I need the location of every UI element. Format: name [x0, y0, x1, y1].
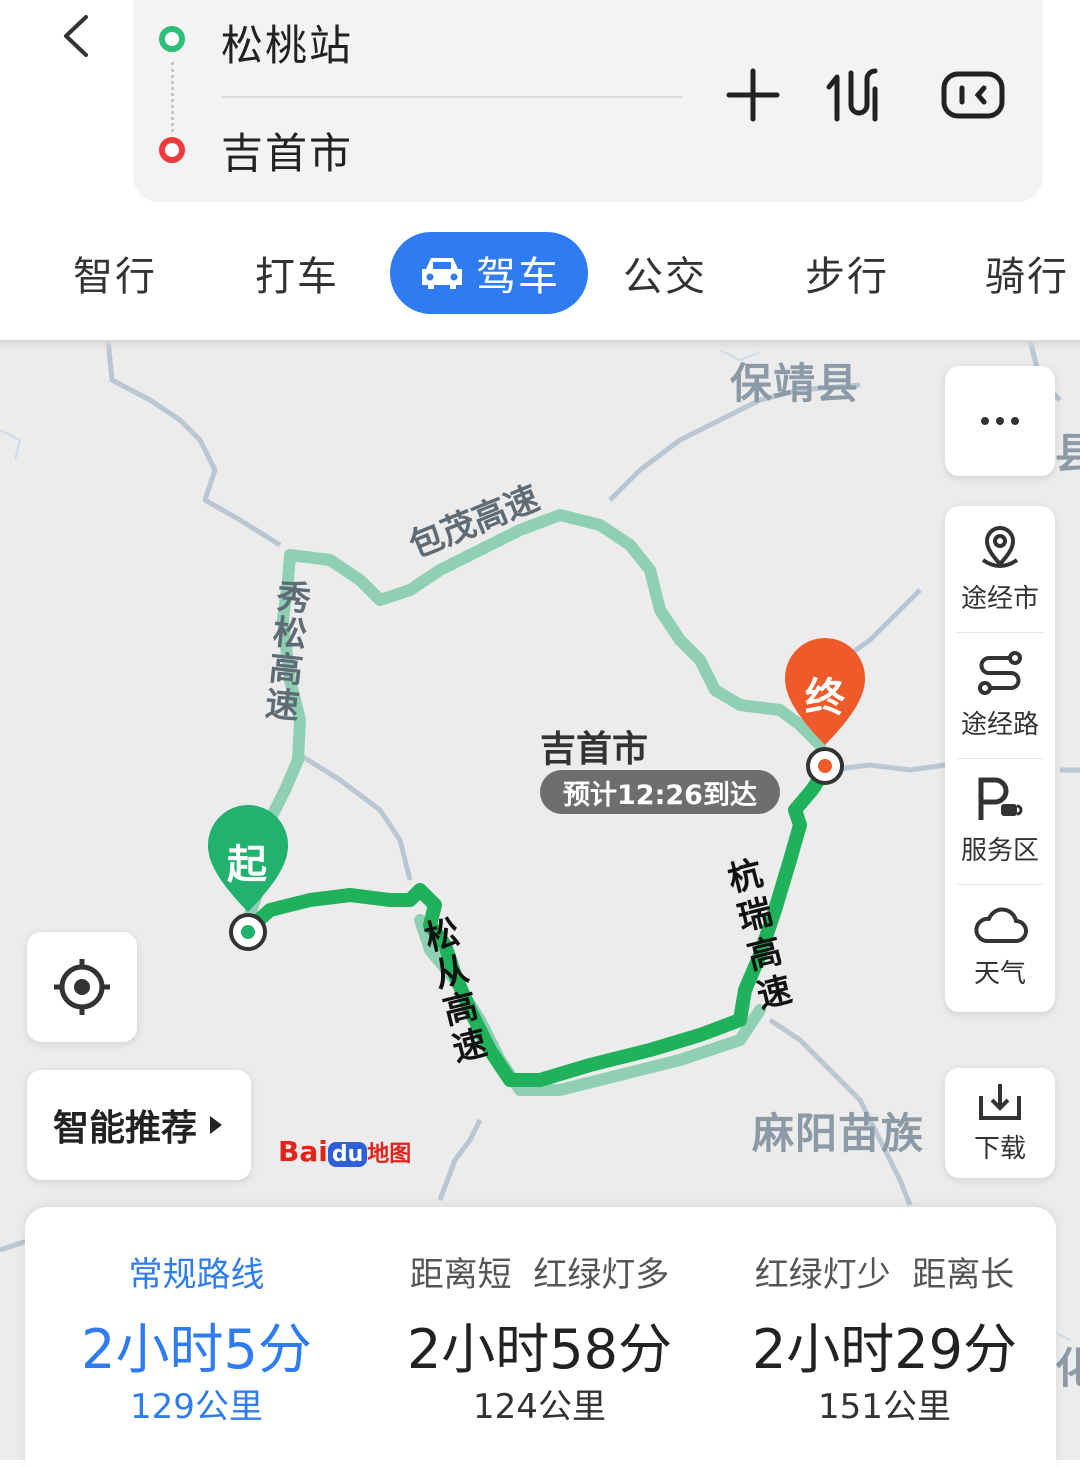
place-mayang: 麻阳苗族	[752, 1109, 925, 1158]
tab-bike[interactable]: 骑行	[985, 232, 1080, 314]
route-option-short[interactable]: 距离短 红绿灯多 2小时58分 124公里	[368, 1207, 711, 1467]
map-tool-panel: 途经市 途经路 服务区 天气	[945, 506, 1055, 1012]
place-baojing: 保靖县	[730, 359, 860, 408]
eta-badge: 预计12:26到达	[540, 770, 780, 814]
tab-drive-label: 驾车	[476, 254, 560, 300]
end-location-field[interactable]: 吉首市	[221, 120, 353, 181]
route-time: 2小时5分	[81, 1318, 312, 1381]
weather-button[interactable]: 天气	[945, 884, 1055, 1010]
crosshair-icon	[54, 959, 110, 1015]
more-dots-icon	[981, 417, 1019, 425]
car-icon	[422, 258, 462, 289]
cloud-icon	[974, 907, 1028, 943]
tab-smart[interactable]: 智行	[70, 232, 160, 314]
tab-taxi[interactable]: 打车	[252, 232, 342, 314]
download-icon	[979, 1083, 1021, 1120]
end-marker-label: 终	[805, 675, 845, 721]
via-city-label: 途经市	[960, 583, 1039, 614]
via-road-label: 途经路	[960, 709, 1039, 740]
travel-mode-tabs: 智行 打车 驾车 公交 步行 骑行	[0, 232, 1080, 314]
swap-route-button[interactable]	[818, 60, 888, 130]
tab-transit[interactable]: 公交	[620, 232, 710, 314]
route-options-panel: 常规路线 2小时5分 129公里 距离短 红绿灯多 2小时58分 124公里 红…	[25, 1207, 1056, 1467]
tab-walk[interactable]: 步行	[802, 232, 892, 314]
route-desc: 常规路线	[128, 1255, 265, 1295]
options-toggle-icon	[941, 71, 1005, 119]
route-option-fewer-lights[interactable]: 红绿灯少 距离长 2小时29分 151公里	[713, 1207, 1056, 1467]
baidu-map-logo: Bai du 地图	[278, 1135, 412, 1168]
start-point-icon	[159, 26, 185, 52]
end-point-icon	[159, 137, 185, 163]
location-pin-icon	[981, 525, 1019, 568]
map-more-button[interactable]	[945, 366, 1055, 476]
start-marker-label: 起	[227, 842, 267, 888]
route-distance: 151公里	[818, 1387, 951, 1427]
place-partial-county: 县	[1055, 429, 1080, 478]
tab-drive[interactable]: 驾车	[390, 232, 588, 314]
route-desc: 距离短 红绿灯多	[409, 1255, 670, 1295]
weather-label: 天气	[973, 958, 1026, 989]
route-connector	[171, 62, 176, 132]
plus-icon	[726, 68, 780, 122]
route-header: 松桃站 吉首市 智行 打车 驾车 公交 步行 骑行	[0, 0, 1080, 340]
route-time: 2小时29分	[751, 1318, 1018, 1381]
download-button[interactable]: 下载	[945, 1068, 1055, 1178]
smart-recommend-label: 智能推荐	[52, 1108, 197, 1149]
route-desc: 红绿灯少 距离长	[754, 1255, 1015, 1295]
more-options-button[interactable]	[938, 60, 1008, 130]
download-label: 下载	[973, 1133, 1026, 1164]
smart-recommend-button[interactable]: 智能推荐	[27, 1070, 251, 1180]
chevron-left-icon	[64, 15, 88, 57]
place-partial-hua: 化	[1055, 1344, 1080, 1393]
triangle-right-icon	[210, 1116, 222, 1134]
service-area-button[interactable]: 服务区	[945, 758, 1055, 884]
via-city-button[interactable]: 途经市	[945, 506, 1055, 632]
field-divider	[221, 96, 683, 98]
start-location-field[interactable]: 松桃站	[221, 12, 353, 73]
route-distance: 124公里	[473, 1387, 606, 1427]
swap-icon	[826, 68, 878, 122]
back-button[interactable]	[56, 12, 96, 60]
route-option-regular[interactable]: 常规路线 2小时5分 129公里	[25, 1207, 368, 1467]
service-area-label: 服务区	[960, 835, 1039, 866]
city-label-jishou: 吉首市	[540, 729, 649, 770]
add-waypoint-button[interactable]	[718, 60, 788, 130]
route-time: 2小时58分	[406, 1318, 673, 1381]
route-icon	[978, 650, 1022, 695]
locate-me-button[interactable]	[27, 932, 137, 1042]
route-distance: 129公里	[130, 1387, 263, 1427]
via-road-button[interactable]: 途经路	[945, 632, 1055, 758]
route-input-box: 松桃站 吉首市	[133, 0, 1043, 202]
map-top-shadow	[0, 340, 1080, 350]
parking-cup-icon	[978, 777, 1023, 820]
